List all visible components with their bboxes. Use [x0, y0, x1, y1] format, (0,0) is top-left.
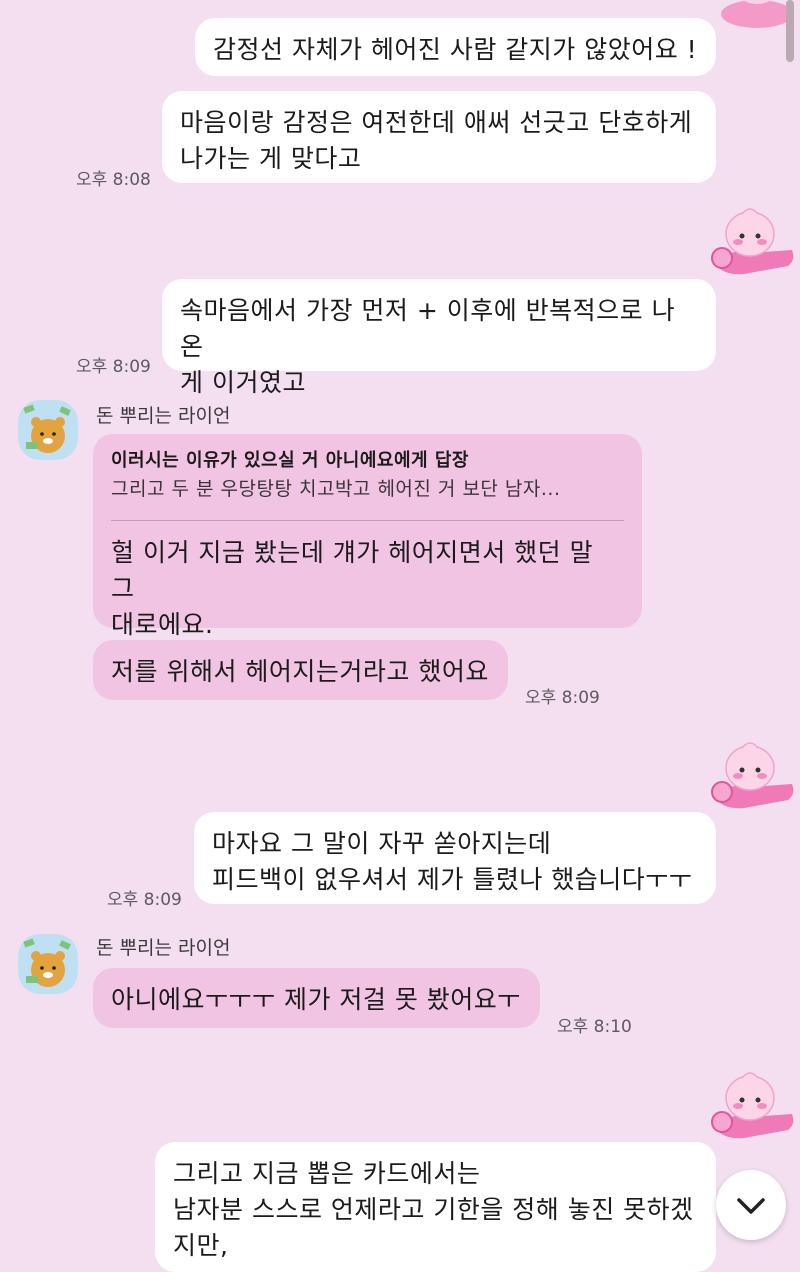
timestamp: 오후 8:08 [76, 170, 151, 190]
message-bubble-8[interactable]: 그리고 지금 뽑은 카드에서는 남자분 스스로 언제라고 기한을 정해 놓진 못… [155, 1142, 716, 1272]
sender-name: 돈 뿌리는 라이언 [96, 937, 231, 959]
timestamp: 오후 8:09 [525, 688, 600, 708]
message-bubble-3[interactable]: 속마음에서 가장 먼저 + 이후에 반복적으로 나온 게 이거였고 [162, 279, 716, 397]
message-bubble-7[interactable]: 아니에요ㅜㅜㅜ 제가 저걸 못 봤어요ㅜ [93, 968, 540, 1028]
message-bubble-6[interactable]: 마자요 그 말이 자꾸 쏟아지는데 피드백이 없우셔서 제가 틀렸나 했습니다ㅜ… [194, 812, 716, 904]
timestamp: 오후 8:10 [557, 1017, 632, 1037]
apeach-plane-sticker[interactable] [704, 1066, 796, 1152]
timestamp: 오후 8:09 [76, 357, 151, 377]
apeach-plane-sticker[interactable] [704, 736, 796, 822]
reply-bubble[interactable]: 이러시는 이유가 있으실 거 아니에요에게 답장 그리고 두 분 우당탕탕 치고… [93, 434, 642, 639]
timestamp: 오후 8:09 [107, 890, 182, 910]
apeach-plane-sticker[interactable] [704, 202, 796, 288]
scrollbar[interactable] [786, 0, 794, 62]
message-bubble-1[interactable]: 감정선 자체가 헤어진 사람 같지가 않았어요 ! [195, 18, 716, 76]
reply-title: 이러시는 이유가 있으실 거 아니에요에게 답장 [111, 450, 469, 471]
reply-quote: 그리고 두 분 우당탕탕 치고박고 헤어진 거 보단 남자... [111, 478, 561, 500]
message-bubble-2[interactable]: 마음이랑 감정은 여전한데 애써 선긋고 단호하게 나가는 게 맞다고 [162, 91, 716, 183]
sender-name: 돈 뿌리는 라이언 [96, 405, 231, 427]
message-bubble-5[interactable]: 저를 위해서 헤어지는거라고 했어요 [93, 640, 508, 700]
ryan-money-avatar[interactable] [18, 400, 78, 460]
reply-text: 헐 이거 지금 봤는데 걔가 헤어지면서 했던 말 그 대로에요. [111, 538, 594, 639]
divider [111, 520, 624, 521]
chevron-down-icon [737, 1198, 765, 1214]
scroll-down-button[interactable] [716, 1170, 786, 1240]
sticker-top [721, 0, 793, 28]
ryan-money-avatar[interactable] [18, 934, 78, 994]
